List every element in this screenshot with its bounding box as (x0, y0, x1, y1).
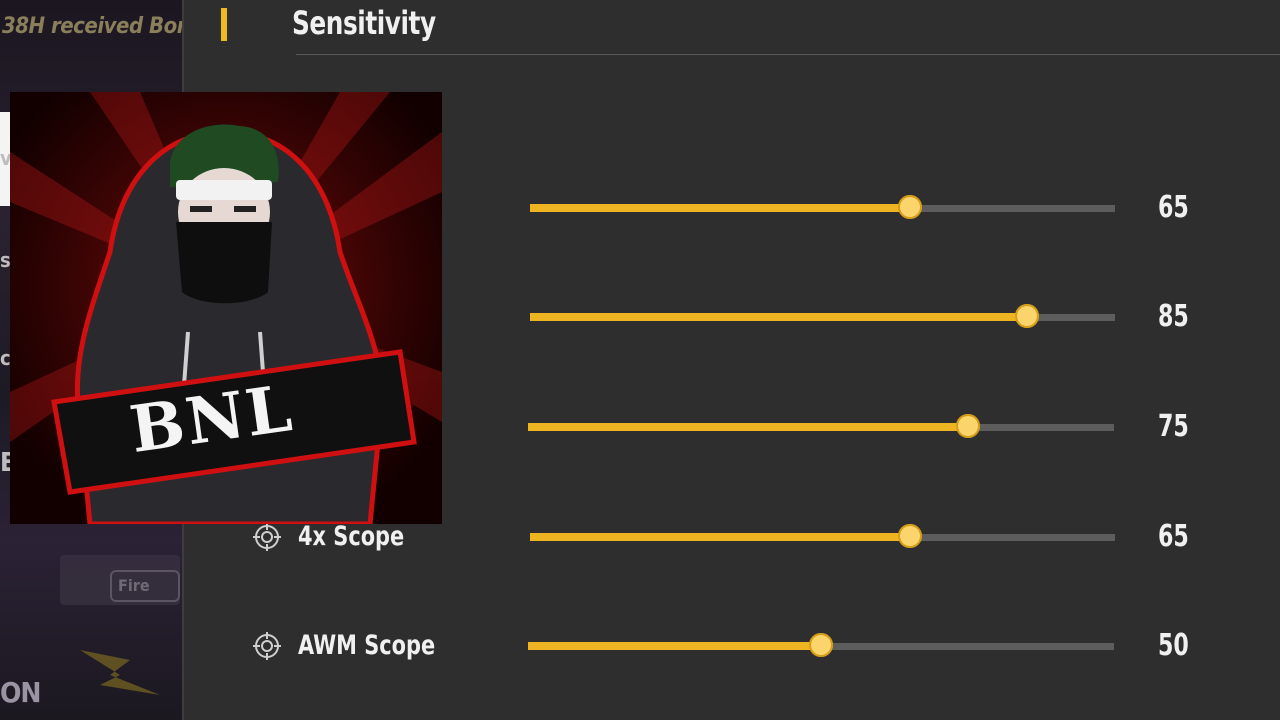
slider-value: 65 (1158, 519, 1189, 554)
sensitivity-slider[interactable] (528, 633, 1114, 657)
background-card-label: Fire (110, 570, 180, 602)
slider-thumb[interactable] (898, 195, 923, 219)
background-bottom-text: ON (0, 676, 41, 709)
header-divider (296, 54, 1280, 55)
slider-value: 50 (1158, 628, 1189, 663)
slider-thumb[interactable] (809, 633, 833, 657)
slider-value: 85 (1158, 299, 1189, 334)
sensitivity-slider[interactable] (530, 304, 1115, 328)
sensitivity-slider[interactable] (528, 414, 1114, 438)
row-label: AWM Scope (298, 630, 436, 661)
sensitivity-slider[interactable] (530, 524, 1115, 548)
slider-fill (528, 423, 968, 431)
slider-fill (528, 642, 821, 650)
slider-fill (530, 533, 911, 541)
slider-thumb[interactable] (955, 414, 980, 438)
crosshair-icon (253, 632, 281, 660)
hooded-gamer-logo-icon (10, 92, 442, 524)
avatar-logo: BNL (10, 92, 442, 524)
banner-text: 38H received Bonf (2, 14, 184, 39)
sensitivity-row-awm-scope: AWM Scope 50 (0, 626, 1280, 666)
slider-fill (530, 204, 911, 212)
sensitivity-slider[interactable] (530, 195, 1115, 219)
page-title: Sensitivity (292, 4, 436, 42)
crosshair-icon (253, 523, 281, 551)
header-accent (221, 8, 227, 41)
slider-fill (530, 313, 1028, 321)
slider-value: 65 (1158, 190, 1189, 225)
slider-value: 75 (1158, 409, 1189, 444)
slider-thumb[interactable] (1015, 304, 1040, 328)
slider-thumb[interactable] (898, 524, 923, 548)
